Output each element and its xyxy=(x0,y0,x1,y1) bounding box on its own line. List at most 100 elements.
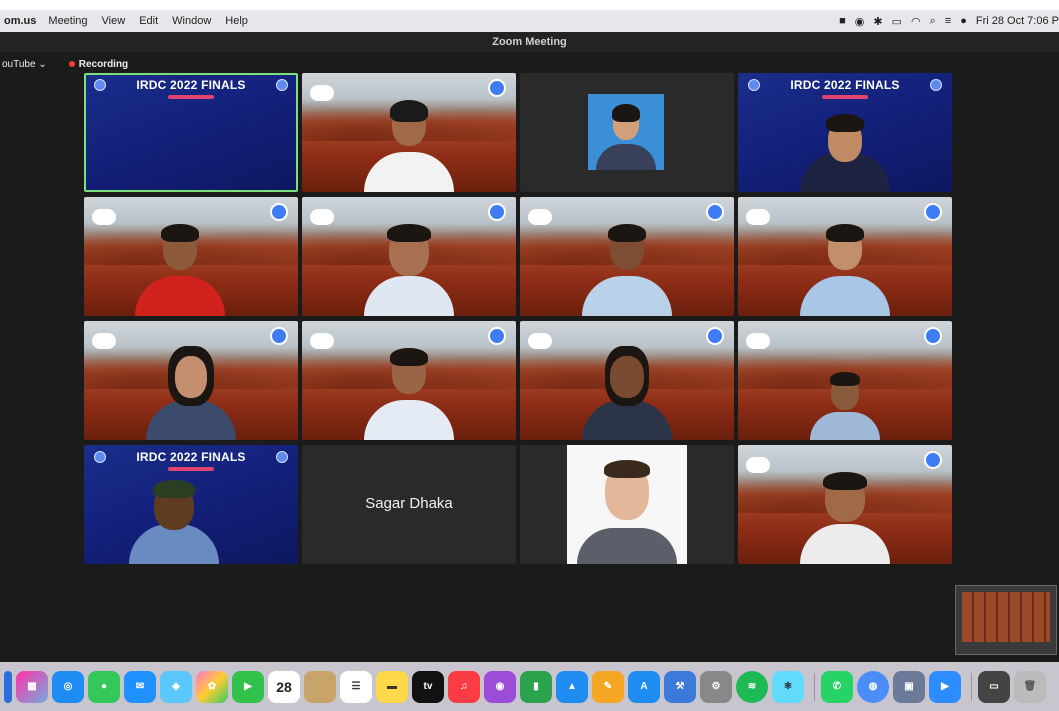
participant-tile[interactable] xyxy=(84,197,298,316)
participant-tile[interactable] xyxy=(84,321,298,440)
participant-video xyxy=(364,340,454,440)
logo-icon xyxy=(924,327,942,345)
banner-title: IRDC 2022 FINALS xyxy=(790,78,900,92)
react-icon[interactable]: ⚛ xyxy=(772,670,804,703)
participant-tile[interactable] xyxy=(738,445,952,564)
participant-tile[interactable] xyxy=(302,73,516,192)
mail-icon[interactable]: ✉ xyxy=(124,670,156,703)
banner-pill xyxy=(168,95,214,99)
menu-meeting[interactable]: Meeting xyxy=(48,15,87,27)
youtube-dropdown[interactable]: ouTube ⌄ xyxy=(2,59,47,70)
keynote-icon[interactable]: ▲ xyxy=(556,670,588,703)
whatsapp-icon[interactable]: ✆ xyxy=(821,670,853,703)
profile-picture xyxy=(567,445,687,564)
logo-icon xyxy=(92,209,116,225)
bluetooth-icon[interactable]: ✱ xyxy=(873,15,882,28)
clock-label[interactable]: Fri 28 Oct 7:06 P xyxy=(976,15,1059,27)
participant-tile[interactable] xyxy=(520,73,734,192)
participant-video xyxy=(135,216,226,316)
menu-help[interactable]: Help xyxy=(225,15,248,27)
xcode-icon[interactable]: ⚒ xyxy=(664,670,696,703)
logo-icon xyxy=(528,333,552,349)
participant-tile[interactable]: IRDC 2022 FINALS xyxy=(738,73,952,192)
reminders-icon[interactable]: ☰ xyxy=(340,670,372,703)
participant-tile[interactable]: IRDC 2022 FINALS xyxy=(84,73,298,192)
logo-icon xyxy=(310,85,334,101)
notes-brown-icon[interactable] xyxy=(304,670,336,703)
app-store-icon[interactable]: A xyxy=(628,670,660,703)
safari-icon[interactable]: ◎ xyxy=(52,670,84,703)
participant-tile[interactable] xyxy=(302,197,516,316)
logo-icon xyxy=(310,209,334,225)
siri-icon[interactable]: ● xyxy=(960,15,967,27)
participant-video xyxy=(364,92,454,192)
launchpad-icon[interactable]: ▦ xyxy=(16,670,48,703)
participant-tile[interactable] xyxy=(738,197,952,316)
logo-icon xyxy=(706,327,724,345)
system-settings-icon[interactable]: ⚙ xyxy=(700,670,732,703)
zoom-icon[interactable]: ▶ xyxy=(929,670,961,703)
participant-tile[interactable] xyxy=(302,321,516,440)
recording-indicator[interactable]: Recording xyxy=(68,58,129,70)
app-menu[interactable]: om.us xyxy=(4,15,36,27)
participant-tile[interactable]: IRDC 2022 FINALS xyxy=(84,445,298,564)
menu-view[interactable]: View xyxy=(102,15,126,27)
battery-icon[interactable]: ▭ xyxy=(892,15,902,28)
wifi-icon[interactable]: ◠ xyxy=(911,15,921,28)
banner-title: IRDC 2022 FINALS xyxy=(136,78,246,92)
calendar-icon[interactable]: 28 xyxy=(268,670,300,703)
participant-video xyxy=(128,478,219,564)
menu-window[interactable]: Window xyxy=(172,15,211,27)
dock-separator xyxy=(971,672,972,701)
messages-icon[interactable]: ● xyxy=(88,670,120,703)
logo-icon xyxy=(528,209,552,225)
trash-icon[interactable]: 🗑 xyxy=(1014,670,1046,703)
participant-video xyxy=(364,216,454,316)
participant-video xyxy=(146,340,236,440)
numbers-icon[interactable]: ▮ xyxy=(520,670,552,703)
banner-pill xyxy=(822,95,868,99)
pages-icon[interactable]: ✎ xyxy=(592,670,624,703)
maps-icon[interactable]: ◈ xyxy=(160,670,192,703)
photos-icon[interactable]: ✿ xyxy=(196,670,228,703)
chrome-icon[interactable]: ◍ xyxy=(857,670,889,703)
screenshot-icon[interactable]: ▭ xyxy=(978,670,1010,703)
music-icon[interactable]: ♫ xyxy=(448,670,480,703)
podcasts-icon[interactable]: ◉ xyxy=(484,670,516,703)
logo-icon xyxy=(924,451,942,469)
preview-icon[interactable]: ▣ xyxy=(893,670,925,703)
control-center-icon[interactable]: ≡ xyxy=(945,15,951,27)
logo-icon xyxy=(924,203,942,221)
participant-tile[interactable] xyxy=(520,321,734,440)
chevron-down-icon: ⌄ xyxy=(38,58,47,70)
participant-video xyxy=(800,216,890,316)
recording-dot-icon xyxy=(68,61,75,67)
spotify-icon[interactable]: ≋ xyxy=(736,670,768,703)
finder-icon[interactable] xyxy=(4,670,12,703)
logo-icon xyxy=(488,79,506,97)
self-view-thumbnail[interactable] xyxy=(955,585,1057,655)
participant-name: Sagar Dhaka xyxy=(365,495,453,512)
participant-video xyxy=(800,112,890,192)
banner-pill xyxy=(168,467,214,471)
logo-icon xyxy=(270,327,288,345)
participant-tile[interactable]: Sagar Dhaka xyxy=(302,445,516,564)
notes-icon[interactable]: ▬ xyxy=(376,670,408,703)
participant-video xyxy=(582,216,672,316)
screen-record-icon[interactable]: ■ xyxy=(839,15,846,27)
logo-icon xyxy=(706,203,724,221)
status-area: ■ ◉ ✱ ▭ ◠ ⌕ ≡ ● Fri 28 Oct 7:06 P xyxy=(839,15,1059,28)
play-icon[interactable]: ◉ xyxy=(855,15,865,28)
participant-tile[interactable] xyxy=(520,445,734,564)
recording-label: Recording xyxy=(78,58,129,70)
search-icon[interactable]: ⌕ xyxy=(930,15,936,28)
logo-icon xyxy=(310,333,334,349)
participant-tile[interactable] xyxy=(738,321,952,440)
logo-icon xyxy=(488,327,506,345)
profile-picture xyxy=(588,94,664,170)
participant-tile[interactable] xyxy=(520,197,734,316)
menu-edit[interactable]: Edit xyxy=(139,15,158,27)
logo-icon xyxy=(746,457,770,473)
apple-tv-icon[interactable]: tv xyxy=(412,670,444,703)
facetime-icon[interactable]: ▶ xyxy=(232,670,264,703)
